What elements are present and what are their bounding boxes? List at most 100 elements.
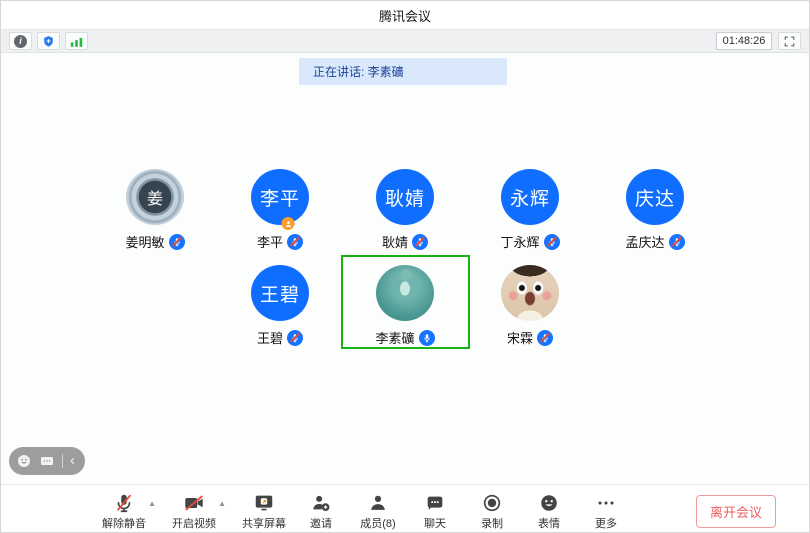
name-row: 宋霖: [507, 328, 553, 347]
mic-muted-badge-icon: [287, 330, 303, 346]
quick-reaction-pill: ‹: [9, 447, 85, 475]
participant-name: 李平: [257, 232, 283, 251]
shield-icon: [42, 35, 55, 48]
start-video-button[interactable]: 开启视频 ▲: [171, 491, 217, 531]
pill-divider: [62, 454, 63, 468]
mic-muted-badge-icon: [669, 234, 685, 250]
mic-muted-badge-icon: [537, 330, 553, 346]
fullscreen-icon: [783, 35, 796, 48]
emoji-label: 表情: [538, 515, 560, 531]
grid-row-1: 姜 姜明敏 李平: [93, 161, 718, 251]
share-screen-button[interactable]: 共享屏幕: [241, 491, 287, 531]
network-signal-button[interactable]: [65, 32, 88, 50]
name-row: 丁永辉: [500, 232, 559, 251]
mic-muted-badge-icon: [544, 234, 560, 250]
name-row: 王碧: [257, 328, 303, 347]
more-dots-icon: [595, 491, 617, 514]
name-row: 李素礦: [375, 328, 434, 347]
invite-button[interactable]: 邀请: [298, 491, 344, 531]
name-row: 姜明敏: [125, 232, 184, 251]
grid-row-2: 王碧 王碧 李素礦: [218, 257, 593, 347]
avatar: 庆达: [626, 169, 684, 225]
participant-tile[interactable]: 李平 李平: [218, 161, 343, 251]
chat-label: 聊天: [424, 515, 446, 531]
share-screen-icon: [253, 491, 275, 514]
camera-off-icon: [183, 491, 205, 514]
leave-meeting-button[interactable]: 离开会议: [696, 495, 776, 528]
participant-tile[interactable]: 姜 姜明敏: [93, 161, 218, 251]
share-screen-label: 共享屏幕: [242, 515, 286, 531]
statusbar-right: 01:48:26: [716, 32, 801, 50]
avatar: 王碧: [251, 265, 309, 321]
members-icon: [367, 491, 389, 514]
members-button[interactable]: 成员(8): [355, 491, 401, 531]
chat-button[interactable]: 聊天: [412, 491, 458, 531]
avatar: 李平: [251, 169, 309, 225]
participant-tile[interactable]: 耿婧 耿婧: [343, 161, 468, 251]
window-title: 腾讯会议: [379, 6, 431, 25]
meeting-statusbar: i 01:48:26: [1, 29, 809, 53]
host-badge-icon: [282, 217, 295, 230]
video-options-caret-icon[interactable]: ▲: [218, 499, 226, 508]
keyboard-icon[interactable]: [39, 453, 55, 469]
chat-icon: [424, 491, 446, 514]
emoji-button[interactable]: 表情: [526, 491, 572, 531]
members-label: 成员(8): [360, 515, 395, 531]
avatar: 耿婧: [376, 169, 434, 225]
participant-tile-active-speaker[interactable]: 李素礦: [343, 257, 468, 347]
invite-label: 邀请: [310, 515, 332, 531]
avatar-text: 耿婧: [385, 184, 425, 211]
emoji-icon: [538, 491, 560, 514]
mic-muted-badge-icon: [287, 234, 303, 250]
record-label: 录制: [481, 515, 503, 531]
avatar-text: 姜: [147, 185, 163, 209]
info-icon: i: [14, 35, 27, 48]
fullscreen-button[interactable]: [778, 32, 801, 50]
more-button[interactable]: 更多: [583, 491, 629, 531]
start-video-label: 开启视频: [172, 515, 216, 531]
avatar: 永辉: [501, 169, 559, 225]
meeting-toolbar: 解除静音 ▲ 开启视频 ▲: [1, 484, 809, 532]
participant-name: 宋霖: [507, 328, 533, 347]
meeting-timer: 01:48:26: [716, 32, 772, 50]
avatar: [376, 265, 434, 321]
name-row: 孟庆达: [625, 232, 684, 251]
participant-name: 姜明敏: [125, 232, 164, 251]
statusbar-left: i: [9, 32, 88, 50]
participant-tile[interactable]: 宋霖: [468, 257, 593, 347]
participant-name: 孟庆达: [625, 232, 664, 251]
unmute-label: 解除静音: [102, 515, 146, 531]
name-row: 李平: [257, 232, 303, 251]
mic-muted-badge-icon: [169, 234, 185, 250]
meeting-protect-button[interactable]: [37, 32, 60, 50]
participant-name: 耿婧: [382, 232, 408, 251]
speaking-banner: 正在讲话: 李素礦: [299, 58, 507, 85]
more-label: 更多: [595, 515, 617, 531]
record-button[interactable]: 录制: [469, 491, 515, 531]
participant-tile[interactable]: 王碧 王碧: [218, 257, 343, 347]
participant-tile[interactable]: 庆达 孟庆达: [593, 161, 718, 251]
meeting-info-button[interactable]: i: [9, 32, 32, 50]
mic-muted-icon: [113, 491, 135, 514]
invite-icon: [310, 491, 332, 514]
mic-muted-badge-icon: [412, 234, 428, 250]
unmute-button[interactable]: 解除静音 ▲: [101, 491, 147, 531]
name-row: 耿婧: [382, 232, 428, 251]
participant-tile[interactable]: 永辉 丁永辉: [468, 161, 593, 251]
mic-options-caret-icon[interactable]: ▲: [148, 499, 156, 508]
mic-active-badge-icon: [419, 330, 435, 346]
speaking-banner-text: 正在讲话: 李素礦: [313, 63, 404, 80]
participant-name: 丁永辉: [500, 232, 539, 251]
meeting-window: 腾讯会议 i 01:48:26: [0, 0, 810, 533]
collapse-chevron-icon[interactable]: ‹: [70, 453, 78, 470]
avatar-text: 永辉: [510, 184, 550, 211]
participant-grid: 姜 姜明敏 李平: [1, 161, 809, 353]
window-titlebar: 腾讯会议: [1, 1, 809, 29]
avatar-text: 庆达: [635, 184, 675, 211]
participant-name: 李素礦: [375, 328, 414, 347]
avatar-text: 李平: [260, 184, 300, 211]
signal-bars-icon: [69, 35, 84, 48]
participant-name: 王碧: [257, 328, 283, 347]
emoji-quick-icon[interactable]: [16, 453, 32, 469]
avatar: [501, 265, 559, 321]
